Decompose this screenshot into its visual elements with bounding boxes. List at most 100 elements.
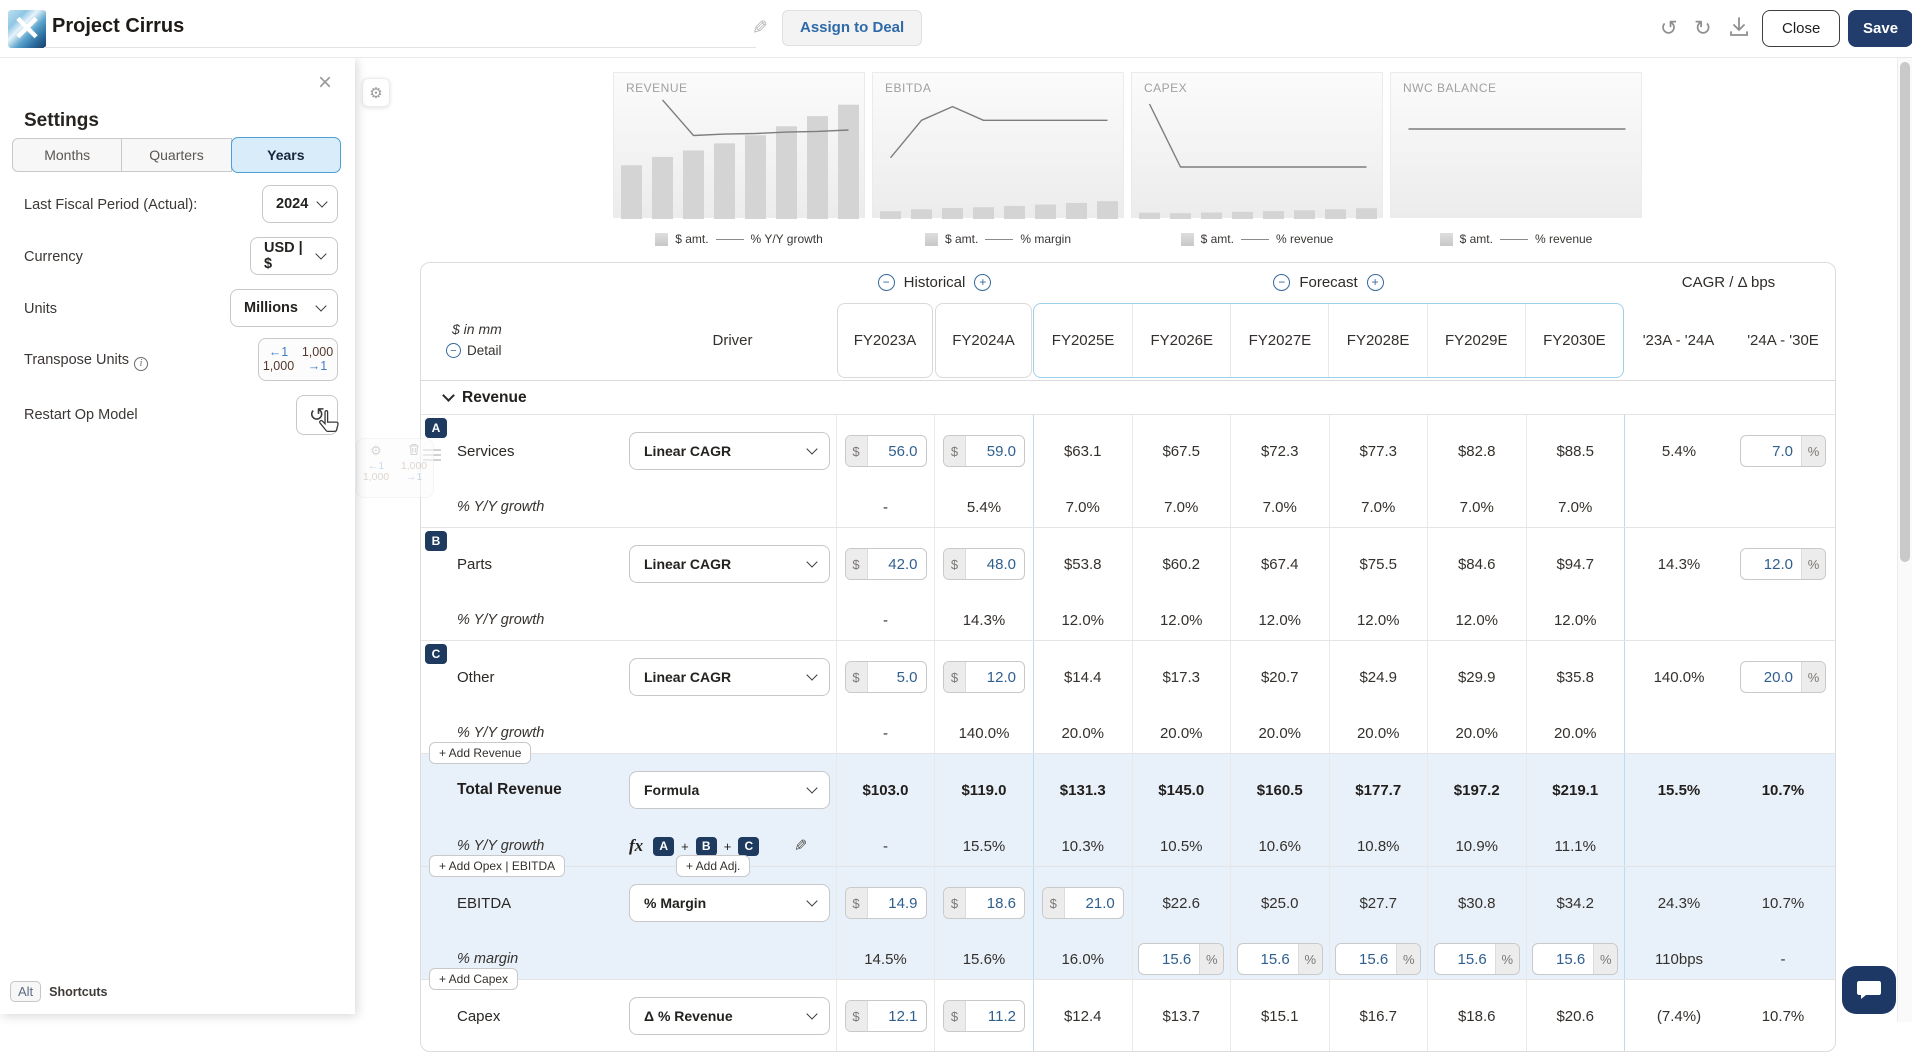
- legend-bar-label: $ amt.: [1460, 232, 1493, 246]
- currency-prefix: $: [944, 888, 966, 918]
- percent-input[interactable]: 20.0%: [1740, 661, 1826, 693]
- value-input[interactable]: $12.1: [845, 1000, 927, 1032]
- collapse-historical-icon[interactable]: −: [878, 274, 895, 291]
- row-label-cell: COther: [421, 641, 629, 713]
- detail-label: Detail: [467, 343, 502, 358]
- cell-value: [1733, 826, 1833, 866]
- last-fiscal-select[interactable]: 2024: [262, 185, 338, 223]
- transpose-units-button[interactable]: ←11,000 1,000→1: [258, 338, 338, 381]
- tab-quarters[interactable]: Quarters: [122, 138, 231, 172]
- cell-value: $197.2: [1427, 754, 1526, 826]
- value-input[interactable]: $48.0: [943, 548, 1025, 580]
- driver-select[interactable]: Linear CAGR: [629, 545, 830, 583]
- percent-input[interactable]: 15.6%: [1434, 943, 1520, 975]
- value-input[interactable]: $18.6: [943, 887, 1025, 919]
- cell-value: 20.0%: [1526, 713, 1625, 753]
- download-icon[interactable]: [1728, 15, 1750, 46]
- value-input[interactable]: $42.0: [845, 548, 927, 580]
- row-label: Total Revenue: [457, 781, 562, 799]
- historical-group: −Historical+: [836, 274, 1033, 291]
- currency-select[interactable]: USD | $: [250, 237, 338, 275]
- input-value: 21.0: [1065, 888, 1123, 918]
- percent-input[interactable]: 12.0%: [1740, 548, 1826, 580]
- info-icon[interactable]: i: [134, 357, 148, 371]
- app-logo: [8, 10, 46, 48]
- save-button[interactable]: Save: [1848, 10, 1912, 47]
- line-swatch-icon: [1241, 239, 1269, 240]
- collapse-detail-icon[interactable]: −: [446, 343, 461, 358]
- page-title: Project Cirrus: [52, 15, 184, 38]
- value-input[interactable]: $5.0: [845, 661, 927, 693]
- driver-select[interactable]: Δ % Revenue: [629, 997, 830, 1035]
- tab-years[interactable]: Years: [231, 137, 341, 173]
- gear-icon[interactable]: ⚙: [362, 78, 390, 107]
- cell-value: -: [836, 600, 934, 640]
- edit-title-icon[interactable]: ✎: [752, 17, 768, 40]
- cell-value: $34.2: [1526, 867, 1625, 939]
- percent-input[interactable]: 15.6%: [1138, 943, 1224, 975]
- detail-toggle[interactable]: −Detail: [446, 343, 629, 358]
- cell-value: $25.0: [1230, 867, 1329, 939]
- title-edit-underline: [44, 47, 756, 48]
- expand-historical-icon[interactable]: +: [974, 274, 991, 291]
- add-revenue-button[interactable]: + Add Revenue: [429, 742, 531, 764]
- driver-select[interactable]: % Margin: [629, 884, 830, 922]
- row-label: Services: [457, 443, 515, 460]
- cell-value: 140.0%: [934, 713, 1033, 753]
- percent-input[interactable]: 15.6%: [1532, 943, 1618, 975]
- cell-value: [1733, 487, 1833, 527]
- input-value: 15.6: [1238, 944, 1298, 974]
- column-header-fy2023a: FY2023A: [837, 303, 933, 378]
- row-transpose-button[interactable]: ←11,000 1,000→1: [357, 461, 433, 483]
- trash-icon[interactable]: [408, 443, 420, 459]
- collapse-forecast-icon[interactable]: −: [1273, 274, 1290, 291]
- close-icon[interactable]: ×: [318, 72, 332, 94]
- row-settings-icon[interactable]: ⚙: [370, 443, 382, 459]
- units-select[interactable]: Millions: [230, 289, 338, 327]
- driver-row: Total RevenueFormula$103.0$119.0$131.3$1…: [421, 754, 1835, 826]
- value-input[interactable]: $11.2: [943, 1000, 1025, 1032]
- settings-panel: × Settings Months Quarters Years Last Fi…: [0, 58, 355, 1014]
- value-input[interactable]: $12.0: [943, 661, 1025, 693]
- scrollbar-thumb[interactable]: [1900, 62, 1910, 562]
- value-input[interactable]: $59.0: [943, 435, 1025, 467]
- value-input[interactable]: $14.9: [845, 887, 927, 919]
- bar-swatch-icon: [1440, 233, 1453, 246]
- section-row[interactable]: Revenue: [421, 381, 1835, 414]
- assign-to-deal-button[interactable]: Assign to Deal: [782, 10, 922, 46]
- cell-value: 10.3%: [1033, 826, 1132, 866]
- cell-value: 20.0%: [1733, 641, 1833, 713]
- tab-months[interactable]: Months: [12, 138, 122, 172]
- add-opex-ebitda-button[interactable]: + Add Opex | EBITDA: [429, 855, 565, 877]
- close-button[interactable]: Close: [1762, 10, 1840, 47]
- undo-icon[interactable]: ↺: [1660, 16, 1678, 42]
- cell-value: $77.3: [1329, 415, 1428, 487]
- redo-icon[interactable]: ↻: [1694, 16, 1712, 42]
- driver-row: EBITDA% Margin$14.9$18.6$21.0$22.6$25.0$…: [421, 867, 1835, 939]
- driver-select[interactable]: Formula: [629, 771, 830, 809]
- vertical-scrollbar[interactable]: [1897, 58, 1912, 1022]
- input-value: 14.9: [868, 888, 926, 918]
- percent-input[interactable]: 15.6%: [1335, 943, 1421, 975]
- percent-input[interactable]: 15.6%: [1237, 943, 1323, 975]
- cell-value: 7.0%: [1427, 487, 1526, 527]
- value-input[interactable]: $21.0: [1042, 887, 1124, 919]
- cell-value: $14.9: [836, 867, 934, 939]
- add-capex-button[interactable]: + Add Capex: [429, 968, 518, 990]
- cell-value: $30.8: [1427, 867, 1526, 939]
- cell-value: 10.6%: [1230, 826, 1329, 866]
- cell-value: -: [836, 487, 934, 527]
- driver-select[interactable]: Linear CAGR: [629, 658, 830, 696]
- cell-value: $27.7: [1329, 867, 1428, 939]
- cell-value: $59.0: [934, 415, 1033, 487]
- cell-value: 15.5%: [1624, 754, 1733, 826]
- expand-forecast-icon[interactable]: +: [1367, 274, 1384, 291]
- edit-formula-icon[interactable]: ✎: [794, 836, 807, 856]
- chat-bubble-button[interactable]: [1842, 966, 1896, 1014]
- percent-input[interactable]: 7.0%: [1740, 435, 1826, 467]
- value-input[interactable]: $56.0: [845, 435, 927, 467]
- driver-select[interactable]: Linear CAGR: [629, 432, 830, 470]
- metric-sub-row: % Y/Y growth-140.0%20.0%20.0%20.0%20.0%2…: [421, 713, 1835, 753]
- add-adj-button[interactable]: + Add Adj.: [676, 855, 750, 877]
- cell-value: $11.2: [934, 980, 1033, 1052]
